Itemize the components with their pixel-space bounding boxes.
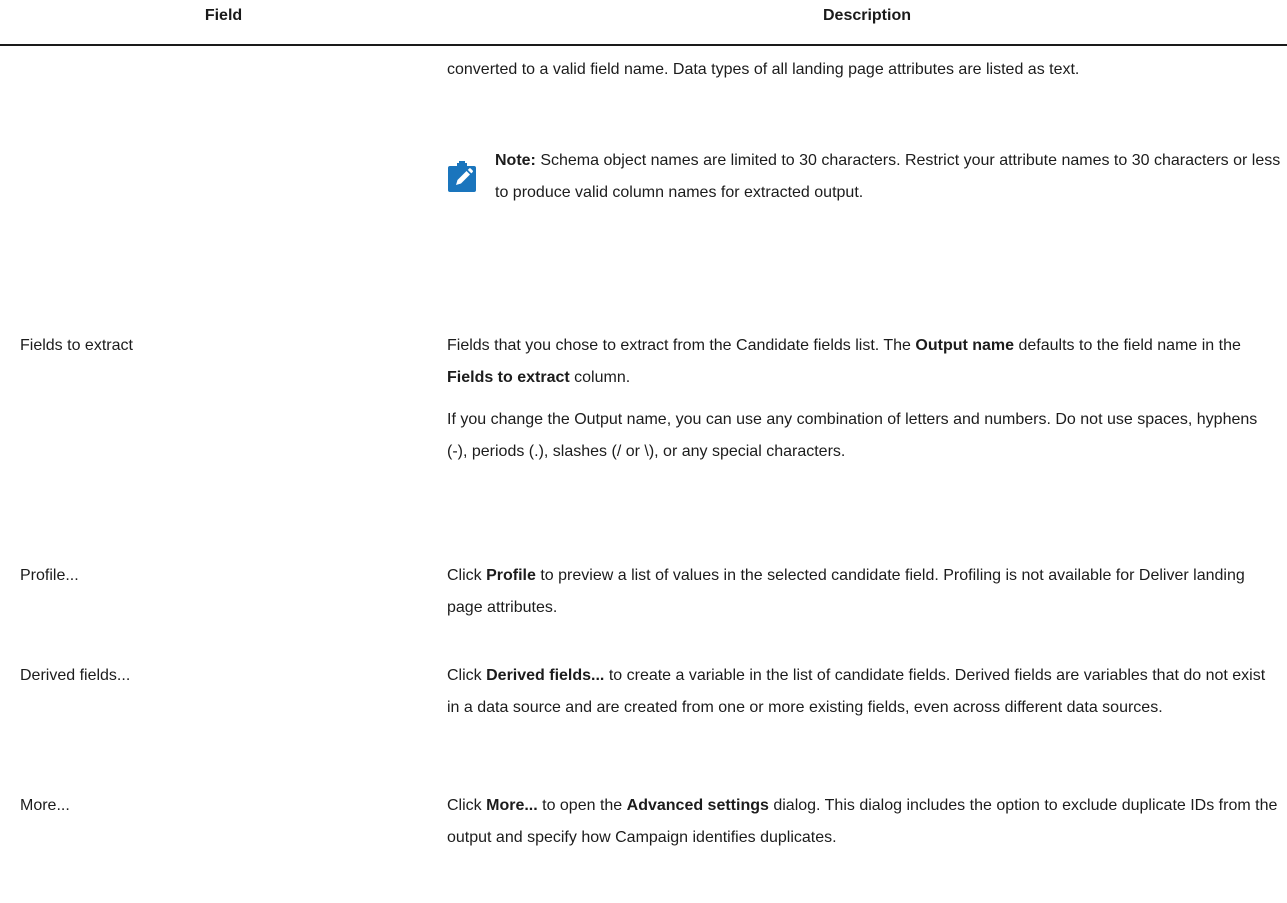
note-text: Schema object names are limited to 30 ch… (495, 152, 1281, 201)
column-header-field: Field (204, 7, 243, 24)
continued-description: converted to a valid field name. Data ty… (447, 54, 1282, 86)
field-name-fields-to-extract: Fields to extract (20, 337, 133, 354)
field-name-profile: Profile... (20, 567, 79, 584)
table-header: Field Description (0, 0, 1287, 46)
description-derived-fields: Click Derived fields... to create a vari… (447, 660, 1282, 724)
description-paragraph: Click More... to open the Advanced setti… (447, 797, 1278, 846)
description-paragraph: If you change the Output name, you can u… (447, 411, 1258, 460)
field-name-more: More... (20, 797, 70, 814)
description-paragraph: Click Derived fields... to create a vari… (447, 667, 1266, 716)
document-page: Field Description converted to a valid f… (0, 0, 1287, 903)
note-body: Note: Schema object names are limited to… (495, 145, 1285, 209)
description-more: Click More... to open the Advanced setti… (447, 790, 1282, 854)
note-label: Note: (495, 152, 536, 169)
column-header-description: Description (822, 7, 911, 24)
description-paragraph: Fields that you chose to extract from th… (447, 337, 1241, 386)
description-fields-to-extract: Fields that you chose to extract from th… (447, 330, 1282, 468)
pencil-note-icon (448, 161, 476, 192)
continued-paragraph: converted to a valid field name. Data ty… (447, 61, 1080, 78)
description-paragraph: Click Profile to preview a list of value… (447, 567, 1245, 616)
description-profile: Click Profile to preview a list of value… (447, 560, 1282, 624)
field-name-derived-fields: Derived fields... (20, 667, 131, 684)
